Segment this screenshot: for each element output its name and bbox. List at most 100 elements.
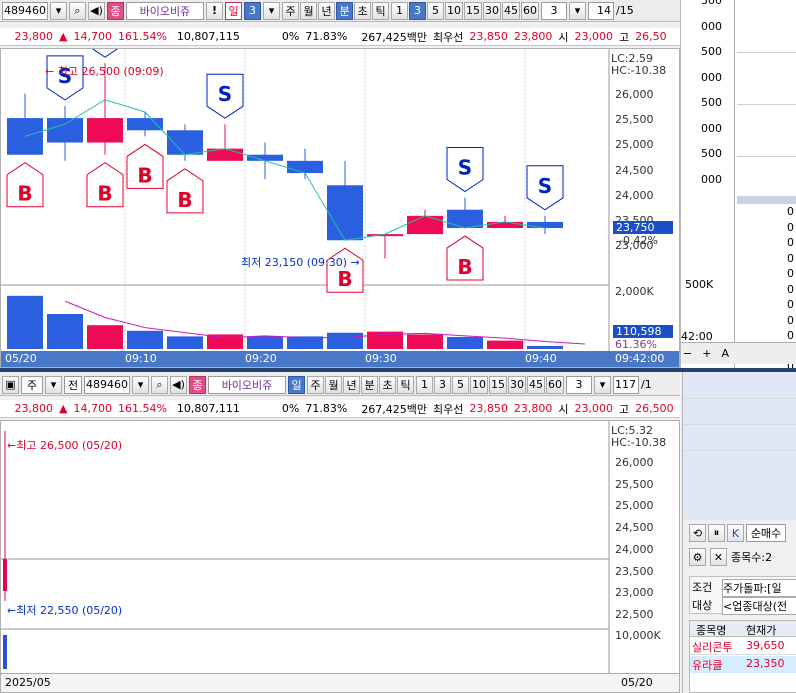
pause-button[interactable]: ⏸ xyxy=(708,524,725,542)
bottom-search-icon[interactable]: ⌕ xyxy=(151,375,168,394)
amount: 267,425백만 xyxy=(361,30,428,44)
zero-pct: 0% xyxy=(281,30,300,43)
window-divider[interactable] xyxy=(0,368,796,372)
top-chart-area[interactable]: BSSBBBSBSBS LC:2.59 HC:-10.38 26,00025,5… xyxy=(0,48,680,368)
right-zero-cell: 0 xyxy=(787,298,794,311)
code-input[interactable]: 489460 xyxy=(2,1,48,20)
bottom-num-2[interactable]: 5 xyxy=(452,375,469,394)
bottom-code-input[interactable]: 489460 xyxy=(84,375,130,394)
top-tab-5[interactable]: 틱 xyxy=(372,1,389,20)
target-value[interactable]: <업종대상(전 xyxy=(722,597,796,615)
candle-body xyxy=(47,118,83,143)
top-num-3[interactable]: 10 xyxy=(445,1,463,20)
top-candle-chart[interactable]: BSSBBBSBSBS xyxy=(1,49,679,367)
sell-signal-label: S xyxy=(218,82,232,106)
high-note: ← 최고 26,500 (09:09) xyxy=(45,65,164,78)
tab-b[interactable]: 전 xyxy=(64,375,82,394)
bottom-period-day[interactable]: 일 xyxy=(288,375,305,394)
alert-button[interactable]: ! xyxy=(206,1,223,20)
time-tick: 09:10 xyxy=(125,352,157,365)
tab-a-dropdown[interactable]: ▾ xyxy=(45,375,62,394)
bottom-zero-pct: 0% xyxy=(281,402,300,415)
row-name: 유라클 xyxy=(692,659,723,672)
k-button[interactable]: K xyxy=(727,524,744,542)
bottom-sound-icon[interactable]: ◀) xyxy=(170,375,187,394)
zoom-out-button[interactable]: − xyxy=(683,347,692,360)
bottom-interval-dropdown[interactable]: ▾ xyxy=(594,375,611,394)
bottom-high: 26,500 xyxy=(635,402,674,415)
top-num-6[interactable]: 45 xyxy=(502,1,520,20)
right-vol-tick: 500K xyxy=(685,278,714,291)
bottom-interval-field[interactable]: 3 xyxy=(566,375,592,394)
candle-body xyxy=(327,185,363,241)
bottom-tab-1[interactable]: 월 xyxy=(325,375,342,394)
sound-icon[interactable]: ◀) xyxy=(88,1,105,20)
bottom-stock-badge: 종 xyxy=(189,375,206,394)
bottom-num-0[interactable]: 1 xyxy=(416,375,433,394)
stock-name-field[interactable]: 바이오비쥬 xyxy=(126,1,204,20)
interval-field[interactable]: 3 xyxy=(541,1,567,20)
bottom-num-7[interactable]: 60 xyxy=(546,375,564,394)
code-dropdown-button[interactable]: ▾ xyxy=(50,1,67,20)
bottom-y-tick: 25,000 xyxy=(615,499,654,513)
top-toolbar: 489460 ▾ ⌕ ◀) 종 바이오비쥬 ! 일 3 ▾ 주월년분초틱 135… xyxy=(0,0,680,22)
bottom-candle-chart[interactable] xyxy=(1,421,679,692)
top-num-2[interactable]: 5 xyxy=(427,1,444,20)
volume-box: 110,598 xyxy=(613,325,673,338)
top-num-7[interactable]: 60 xyxy=(521,1,539,20)
condition-value[interactable]: 주가돌파:[일 xyxy=(722,579,796,597)
bottom-tab-4[interactable]: 초 xyxy=(379,375,396,394)
bottom-amount: 267,425백만 xyxy=(361,402,428,416)
buy-signal-label: B xyxy=(137,163,152,187)
candle-body xyxy=(247,154,283,161)
bottom-tab-5[interactable]: 틱 xyxy=(397,375,414,394)
period-dropdown-button[interactable]: ▾ xyxy=(263,1,280,20)
refresh-button[interactable]: ⟲ xyxy=(689,524,706,542)
bottom-tab-2[interactable]: 년 xyxy=(343,375,360,394)
window-icon[interactable]: ▣ xyxy=(2,375,19,394)
bottom-tab-0[interactable]: 주 xyxy=(307,375,324,394)
close-icon[interactable]: ✕ xyxy=(710,548,727,566)
top-num-4[interactable]: 15 xyxy=(464,1,482,20)
tab-a[interactable]: 주 xyxy=(21,375,43,394)
page-field[interactable]: 14 xyxy=(588,1,614,20)
right-y-tick: 000 xyxy=(701,121,722,135)
top-tab-4[interactable]: 초 xyxy=(354,1,371,20)
right-zero-cell: 0 xyxy=(787,251,794,265)
bottom-count-field[interactable]: 117 xyxy=(613,375,639,394)
change: 14,700 xyxy=(73,30,112,43)
top-num-0[interactable]: 1 xyxy=(391,1,408,20)
gear-icon[interactable]: ⚙ xyxy=(689,548,706,566)
net-buy-field[interactable]: 순매수 xyxy=(746,524,786,542)
table-row[interactable]: 실리콘투 39,650 xyxy=(690,638,796,655)
zoom-in-button[interactable]: + xyxy=(702,347,711,360)
period-day-button[interactable]: 일 xyxy=(225,1,242,20)
bottom-chart-area[interactable]: LC:5.32 HC:-10.38 26,000 25,500 25,000 24,5… xyxy=(0,420,680,693)
right-y-tick: 500 xyxy=(701,147,722,160)
bottom-num-3[interactable]: 10 xyxy=(470,375,488,394)
top-num-5[interactable]: 30 xyxy=(483,1,501,20)
bottom-y-tick: 25,500 xyxy=(615,477,654,491)
bottom-code-dropdown[interactable]: ▾ xyxy=(132,375,149,394)
bottom-tab-3[interactable]: 분 xyxy=(361,375,378,394)
top-tab-3[interactable]: 분 xyxy=(336,1,353,20)
search-icon[interactable]: ⌕ xyxy=(69,1,86,20)
interval-dropdown-button[interactable]: ▾ xyxy=(569,1,586,20)
bottom-num-1[interactable]: 3 xyxy=(434,375,451,394)
bottom-stock-name[interactable]: 바이오비쥬 xyxy=(208,375,286,394)
change-pct: 161.54% xyxy=(117,30,167,43)
top-tab-1[interactable]: 월 xyxy=(300,1,317,20)
bottom-num-6[interactable]: 45 xyxy=(527,375,545,394)
right-zero-cell: 0 xyxy=(787,220,794,234)
period-num-field[interactable]: 3 xyxy=(244,1,261,20)
bottom-num-5[interactable]: 30 xyxy=(508,375,526,394)
top-num-1[interactable]: 3 xyxy=(409,1,426,20)
best-label: 최우선 xyxy=(433,30,464,44)
font-button[interactable]: A xyxy=(721,347,729,360)
top-tab-2[interactable]: 년 xyxy=(318,1,335,20)
hc-label: HC:-10.38 xyxy=(611,64,667,77)
top-tab-0[interactable]: 주 xyxy=(282,1,299,20)
table-row[interactable]: 유라클 23,350 xyxy=(690,656,796,673)
bottom-num-4[interactable]: 15 xyxy=(489,375,507,394)
volume-bar xyxy=(327,332,363,349)
